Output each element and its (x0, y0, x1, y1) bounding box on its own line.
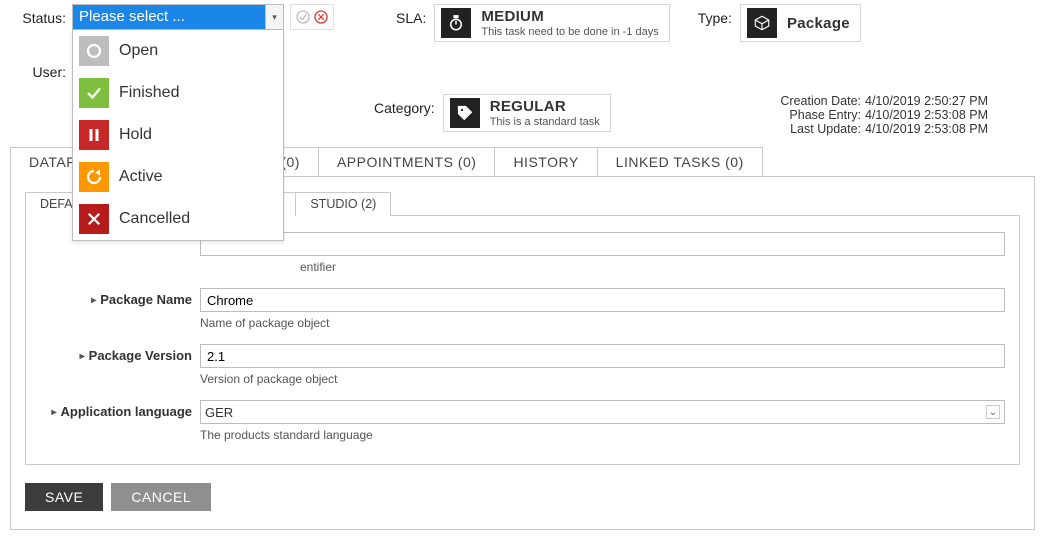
sla-infobox: MEDIUM This task need to be done in -1 d… (434, 4, 669, 42)
category-label: Category: (374, 94, 435, 132)
creation-date-label: Creation Date: (766, 94, 861, 108)
package-version-input[interactable] (200, 344, 1005, 368)
status-dropdown: Open Finished (72, 30, 284, 241)
status-option-open[interactable]: Open (73, 30, 283, 72)
status-option-hold[interactable]: Hold (73, 114, 283, 156)
package-version-hint: Version of package object (200, 372, 1005, 386)
tab-history[interactable]: HISTORY (494, 147, 597, 176)
status-option-finished[interactable]: Finished (73, 72, 283, 114)
tag-icon (450, 98, 480, 128)
cancel-button[interactable]: CANCEL (111, 483, 211, 511)
status-option-cancelled[interactable]: Cancelled (73, 198, 283, 240)
type-title: Package (787, 15, 850, 32)
chevron-down-icon[interactable]: ⌄ (986, 405, 1000, 419)
check-icon (79, 78, 109, 108)
status-option-label: Hold (119, 126, 152, 144)
subtab-studio[interactable]: STUDIO (2) (295, 192, 391, 216)
sub-panel: x entifier Package Name Name of package … (25, 215, 1020, 465)
category-subtitle: This is a standard task (490, 116, 600, 128)
status-option-active[interactable]: Active (73, 156, 283, 198)
status-option-label: Active (119, 168, 163, 186)
package-version-label: Package Version (40, 344, 200, 363)
confirm-icon[interactable] (295, 9, 311, 25)
phase-entry-value: 4/10/2019 2:53:08 PM (865, 108, 1015, 122)
tab-label: LINKED TASKS (0) (616, 154, 744, 170)
phase-entry-label: Phase Entry: (766, 108, 861, 122)
refresh-icon (79, 162, 109, 192)
status-option-label: Finished (119, 84, 179, 102)
sla-title: MEDIUM (481, 8, 658, 25)
pause-icon (79, 120, 109, 150)
identifier-input[interactable] (200, 232, 1005, 256)
status-selected-text: Please select ... (73, 5, 265, 29)
application-language-value: GER (205, 405, 233, 420)
status-confirm-group (290, 4, 334, 30)
type-label: Type: (698, 4, 732, 26)
status-option-label: Open (119, 42, 158, 60)
status-option-label: Cancelled (119, 210, 190, 228)
user-label: User: (10, 58, 66, 80)
last-update-label: Last Update: (766, 122, 861, 136)
category-infobox: REGULAR This is a standard task (443, 94, 611, 132)
tab-appointments[interactable]: APPOINTMENTS (0) (318, 147, 495, 176)
status-label: Status: (10, 4, 66, 30)
package-name-input[interactable] (200, 288, 1005, 312)
application-language-select[interactable]: GER ⌄ (200, 400, 1005, 424)
subtab-label: STUDIO (2) (310, 197, 376, 211)
last-update-value: 4/10/2019 2:53:08 PM (865, 122, 1015, 136)
tab-label: HISTORY (513, 154, 578, 170)
x-icon (79, 204, 109, 234)
package-name-label: Package Name (40, 288, 200, 307)
circle-icon (79, 36, 109, 66)
type-infobox: Package (740, 4, 861, 42)
application-language-label: Application language (40, 400, 200, 419)
sla-subtitle: This task need to be done in -1 days (481, 26, 658, 38)
category-title: REGULAR (490, 98, 600, 115)
package-name-hint: Name of package object (200, 316, 1005, 330)
identifier-hint: entifier (200, 260, 1005, 274)
chevron-down-icon[interactable]: ▾ (265, 5, 283, 29)
cancel-icon[interactable] (313, 9, 329, 25)
tab-label: APPOINTMENTS (0) (337, 154, 476, 170)
package-icon (747, 8, 777, 38)
creation-date-value: 4/10/2019 2:50:27 PM (865, 94, 1015, 108)
application-language-hint: The products standard language (200, 428, 1005, 442)
tab-linked-tasks[interactable]: LINKED TASKS (0) (597, 147, 763, 176)
stopwatch-icon (441, 8, 471, 38)
sla-label: SLA: (396, 4, 426, 26)
status-combobox[interactable]: Please select ... ▾ (72, 4, 284, 30)
save-button[interactable]: SAVE (25, 483, 103, 511)
dates-block: Creation Date: 4/10/2019 2:50:27 PM Phase… (766, 94, 1015, 136)
